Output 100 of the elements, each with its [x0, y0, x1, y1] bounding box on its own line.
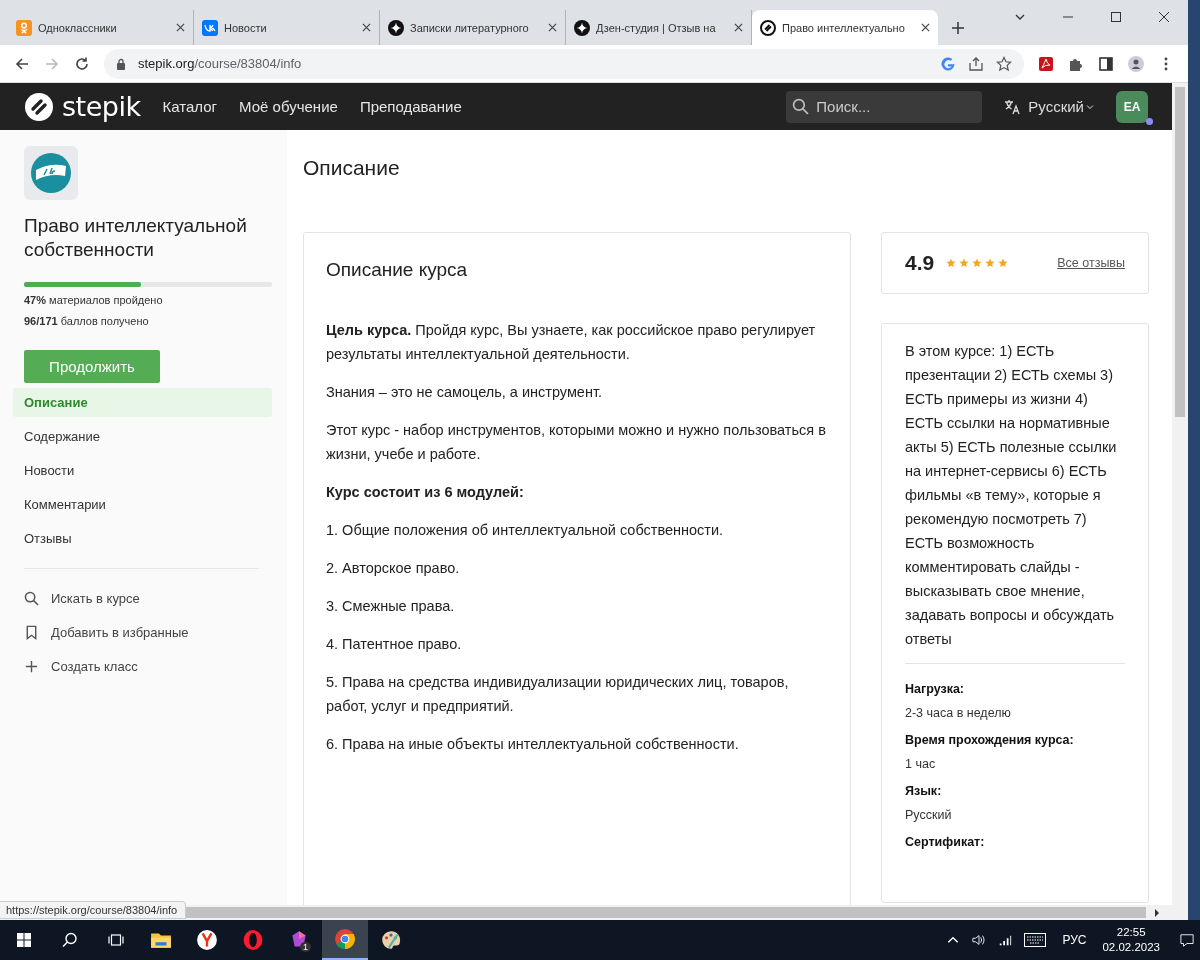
- plus-icon: [24, 658, 39, 674]
- browser-tab[interactable]: Одноклассники: [8, 10, 194, 45]
- maximize-icon[interactable]: [1110, 11, 1122, 23]
- detail-value: 1 час: [905, 757, 937, 771]
- summary-text: В этом курсе: 1) ЕСТЬ презентации 2) ЕСТЬ схемы 3) ЕСТЬ примеры из жизни 4) ЕСТЬ ссылки на нормативные акты 5) ЕСТЬ полезные ссылки на интернет-сервисы 6) ЕСТЬ фильмы «в тему», которые я рекомендую посмотреть 7) ЕСТЬ возможность комментировать слайды - высказывать свое мнение, задавать вопросы и обсуждать ответы: [905, 342, 1118, 649]
- star-logo-icon: [574, 19, 590, 36]
- close-icon[interactable]: [548, 23, 557, 32]
- status-url-tooltip: https://stepik.org/course/83804/info: [0, 901, 187, 919]
- right-arrow-icon: [1154, 908, 1160, 917]
- star-icon: [946, 258, 957, 268]
- browser-tab[interactable]: Дзен-студия | Отзыв на: [566, 10, 752, 45]
- sidebar-item[interactable]: Содержание: [13, 422, 272, 451]
- close-icon[interactable]: [921, 23, 930, 32]
- description-text: 2. Авторское право.: [326, 559, 461, 578]
- opera-icon: [242, 929, 264, 951]
- app-badge: 1: [300, 942, 311, 952]
- input-language[interactable]: РУС: [1062, 933, 1087, 947]
- plus-icon[interactable]: [952, 22, 964, 34]
- close-icon[interactable]: [1158, 11, 1170, 23]
- detail-label: Время прохождения курса:: [905, 733, 1075, 747]
- rating-value: 4.9: [905, 251, 935, 275]
- caret-icon: [1086, 103, 1094, 110]
- detail-value: 2-3 часа в неделю: [905, 706, 1012, 720]
- search-icon[interactable]: [62, 932, 78, 948]
- sidebar-action[interactable]: Добавить в избранные: [51, 624, 189, 640]
- course-title: Право интеллектуальной собственности: [24, 214, 248, 262]
- sidebar-action[interactable]: Искать в курсе: [51, 590, 140, 606]
- card-title: Описание курса: [326, 259, 469, 281]
- taskbar-app[interactable]: 1: [276, 920, 322, 960]
- sidebar-item[interactable]: Комментарии: [13, 490, 272, 519]
- browser-tab[interactable]: Записки литературного: [380, 10, 566, 45]
- description-text: Курс состоит из 6 модулей:: [326, 483, 525, 502]
- stepik-logo[interactable]: stepik: [24, 91, 141, 122]
- signal-icon[interactable]: [998, 933, 1013, 947]
- close-icon[interactable]: [362, 23, 371, 32]
- language-menu[interactable]: Русский: [1004, 98, 1094, 115]
- description-text: 6. Права на иные объекты интеллектуальной собственности.: [326, 735, 740, 754]
- clock[interactable]: 22:55 02.02.2023: [1102, 925, 1160, 955]
- detail-label: Язык:: [905, 784, 943, 798]
- close-icon[interactable]: [176, 23, 185, 32]
- points-text: 96/171 баллов получено: [24, 314, 150, 329]
- description-text: Знания – это не самоцель, а инструмент.: [326, 383, 603, 402]
- back-arrow-icon[interactable]: [14, 55, 30, 72]
- star-icon: [972, 258, 983, 268]
- address-bar[interactable]: stepik.org/course/83804/info: [104, 48, 1024, 79]
- nav-link[interactable]: Каталог: [162, 98, 218, 115]
- side-panel-icon[interactable]: [1098, 55, 1114, 72]
- translate-icon: [1004, 98, 1021, 115]
- search-field[interactable]: Поиск...: [786, 90, 983, 123]
- lock-icon: [116, 57, 126, 70]
- page-heading: Описание: [303, 156, 401, 180]
- bookmark-icon: [24, 624, 39, 640]
- browser-tab[interactable]: Право интеллектуально: [752, 10, 938, 45]
- keyboard-icon[interactable]: [1024, 933, 1047, 947]
- sidebar-item[interactable]: Отзывы: [13, 524, 272, 553]
- description-text: Этот курс - набор инструментов, которыми можно и нужно пользоваться в жизни, учебе и работе.: [326, 421, 827, 464]
- pdf-icon[interactable]: [1038, 55, 1054, 72]
- description-text: 3. Смежные права.: [326, 597, 456, 616]
- description-text: 4. Патентное право.: [326, 635, 463, 654]
- star-icon: [998, 258, 1009, 268]
- nav-link[interactable]: Моё обучение: [239, 98, 338, 115]
- all-reviews-link[interactable]: Все отзывы: [1057, 256, 1125, 270]
- detail-value: Русский: [905, 808, 953, 822]
- description-text: 5. Права на средства индивидуализации юридических лиц, товаров, работ, услуг и предприятий.: [326, 673, 790, 716]
- url-text: stepik.org/course/83804/info: [138, 56, 302, 71]
- close-icon[interactable]: [734, 23, 743, 32]
- share-icon[interactable]: [968, 55, 984, 72]
- yandex-browser-icon: [196, 929, 218, 951]
- star-icon[interactable]: [996, 55, 1012, 72]
- reload-icon[interactable]: [74, 55, 90, 72]
- course-logo: [24, 146, 78, 200]
- chrome-icon: [334, 928, 356, 950]
- sidebar-item[interactable]: Описание: [13, 388, 272, 417]
- progress-text: 47% материалов пройдено: [24, 293, 164, 308]
- description-text: Цель курса. Пройдя курс, Вы узнаете, как российское право регулирует результаты интеллектуальной деятельности.: [326, 321, 817, 364]
- nav-link[interactable]: Преподавание: [359, 98, 462, 115]
- user-avatar[interactable]: EA: [1116, 90, 1148, 123]
- windows-start-icon[interactable]: [16, 932, 32, 948]
- star-icon: [959, 258, 970, 268]
- detail-label: Нагрузка:: [905, 682, 966, 696]
- sidebar-action[interactable]: Создать класс: [51, 658, 138, 674]
- vertical-scrollbar[interactable]: [1172, 83, 1188, 905]
- profile-icon[interactable]: [1128, 55, 1144, 72]
- palette-icon: [380, 929, 402, 951]
- notification-dot: [1146, 117, 1153, 125]
- search-icon: [24, 590, 39, 606]
- google-logo-icon[interactable]: [940, 55, 956, 72]
- task-view-icon[interactable]: [108, 932, 124, 948]
- browser-tab[interactable]: Новости: [194, 10, 380, 45]
- description-text: 1. Общие положения об интеллектуальной собственности.: [326, 521, 725, 540]
- detail-label: Сертификат:: [905, 835, 986, 849]
- star-logo-icon: [388, 19, 404, 36]
- ok-logo-icon: [16, 19, 32, 36]
- search-icon: [792, 97, 810, 115]
- notification-icon[interactable]: [1180, 933, 1194, 947]
- vk-logo-icon: [202, 19, 218, 36]
- sidebar-item[interactable]: Новости: [13, 456, 272, 485]
- speaker-icon[interactable]: [972, 933, 987, 947]
- star-icon: [985, 258, 996, 268]
- stepik-logo-icon: [760, 19, 776, 36]
